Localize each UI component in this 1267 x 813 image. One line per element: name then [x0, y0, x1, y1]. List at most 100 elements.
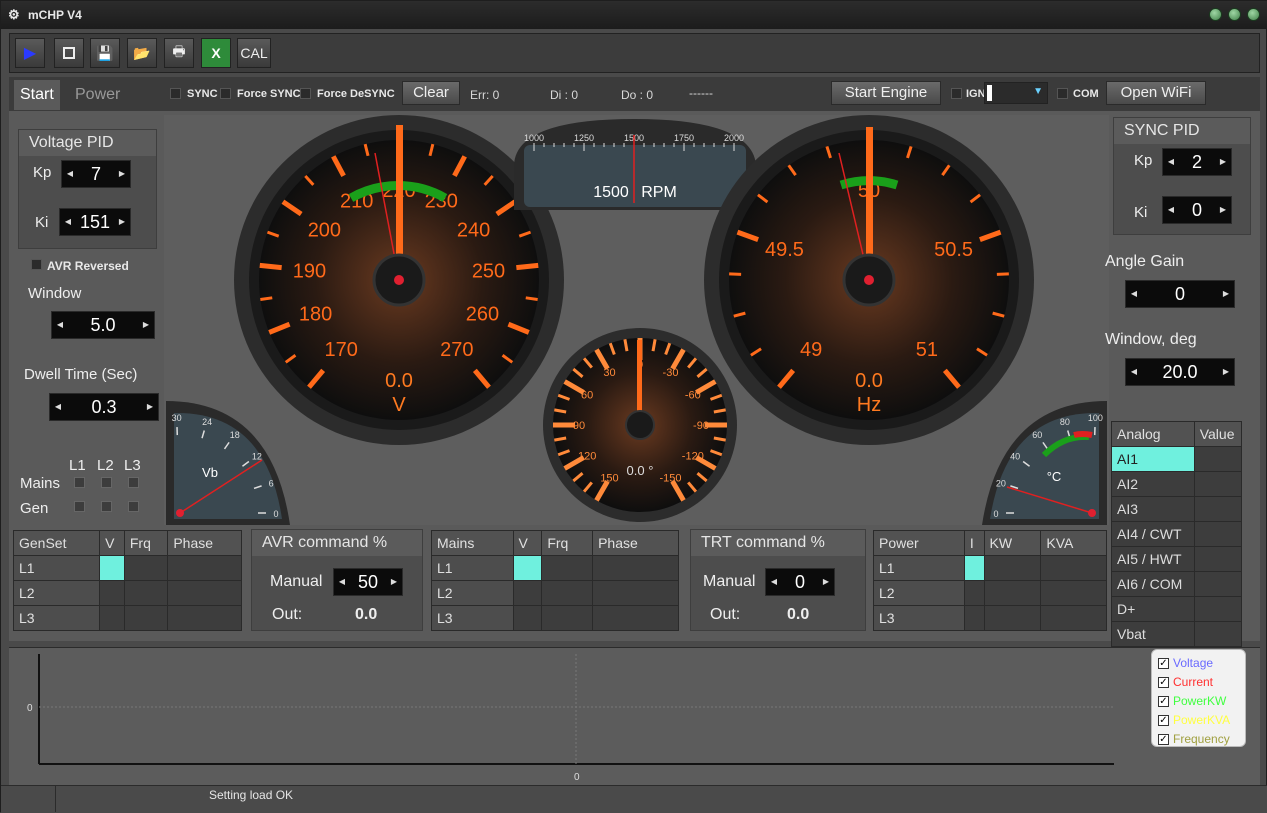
start-engine-button[interactable]: Start Engine — [831, 81, 941, 105]
avr-manual-spinner[interactable]: ◀50▶ — [333, 568, 403, 596]
kp-spinner[interactable]: ◀7▶ — [61, 160, 131, 188]
gauge-tick-label: 24 — [202, 417, 212, 427]
row-label: L3 — [14, 606, 100, 631]
window-spinner[interactable]: ◀5.0▶ — [51, 311, 155, 339]
maximize-icon[interactable] — [1228, 8, 1241, 21]
legend-item[interactable]: ✓PowerKW — [1158, 693, 1226, 712]
toolbar: ▶ 💾 📂 🖶 X CAL — [9, 33, 1260, 73]
gauge-tick-label: 170 — [324, 339, 357, 361]
table-row: L3 — [14, 606, 242, 631]
table-header: KW — [984, 531, 1041, 556]
table-cell — [513, 606, 542, 631]
analog-label: AI4 / CWT — [1112, 522, 1195, 547]
table-cell — [124, 581, 167, 606]
window-deg-spinner[interactable]: ◀20.0▶ — [1125, 358, 1235, 386]
print-button[interactable]: 🖶 — [164, 38, 194, 68]
analog-label: D+ — [1112, 597, 1195, 622]
table-cell — [513, 581, 542, 606]
legend-checkbox[interactable]: ✓ — [1158, 677, 1169, 688]
gauge-tick-label: -120 — [682, 450, 704, 462]
legend-checkbox[interactable]: ✓ — [1158, 658, 1169, 669]
analog-table: AnalogValueAI1AI2AI3AI4 / CWTAI5 / HWTAI… — [1111, 421, 1242, 647]
genset-table: GenSetVFrqPhaseL1L2L3 — [13, 530, 242, 631]
trt-manual-spinner[interactable]: ◀0▶ — [765, 568, 835, 596]
gauge-tick-label: 260 — [466, 304, 499, 326]
avr-reversed-checkbox[interactable] — [31, 259, 42, 270]
err-count: Err: 0 — [470, 88, 499, 102]
play-button[interactable]: ▶ — [15, 38, 45, 68]
dwell-time-spinner[interactable]: ◀0.3▶ — [49, 393, 159, 421]
trt-out-value: 0.0 — [787, 606, 809, 624]
sync-checkbox[interactable] — [170, 88, 181, 99]
com-checkbox[interactable] — [1057, 88, 1068, 99]
sync-kp-spinner[interactable]: ◀2▶ — [1162, 148, 1232, 176]
close-icon[interactable] — [1247, 8, 1260, 21]
table-cell — [984, 606, 1041, 631]
voltage-unit: V — [392, 394, 406, 416]
excel-button[interactable]: X — [201, 38, 231, 68]
legend-checkbox[interactable]: ✓ — [1158, 734, 1169, 745]
tab-start[interactable]: Start — [14, 80, 60, 110]
gauge-tick-label: 0 — [993, 509, 998, 519]
legend-item[interactable]: ✓Frequency — [1158, 731, 1230, 750]
ign-checkbox[interactable] — [951, 88, 962, 99]
tabs-row: Start Power SYNC Force SYNC Force DeSYNC… — [9, 77, 1260, 111]
table-row: L3 — [432, 606, 679, 631]
minimize-icon[interactable] — [1209, 8, 1222, 21]
gauge-tick-label: 6 — [269, 479, 274, 489]
y-tick-label: 0 — [27, 703, 33, 714]
rpm-tick-label: 1250 — [574, 133, 594, 143]
analog-row[interactable]: AI4 / CWT — [1112, 522, 1242, 547]
chevron-down-icon: ▼ — [1033, 86, 1043, 97]
stop-button[interactable] — [54, 38, 84, 68]
table-header: I — [964, 531, 984, 556]
legend-checkbox[interactable]: ✓ — [1158, 715, 1169, 726]
analog-row[interactable]: AI2 — [1112, 472, 1242, 497]
sync-ki-spinner[interactable]: ◀0▶ — [1162, 196, 1232, 224]
title-bar: ⚙ mCHP V4 — [1, 1, 1267, 29]
analog-value — [1194, 572, 1241, 597]
table-cell — [593, 606, 679, 631]
legend-item[interactable]: ✓Current — [1158, 674, 1213, 693]
open-wifi-button[interactable]: Open WiFi — [1106, 81, 1206, 105]
window-label: Window — [28, 285, 81, 302]
save-button[interactable]: 💾 — [90, 38, 120, 68]
trt-manual-label: Manual — [703, 573, 755, 591]
cal-button[interactable]: CAL — [237, 38, 271, 68]
table-header: Power — [874, 531, 965, 556]
open-button[interactable]: 📂 — [127, 38, 157, 68]
row-label: L1 — [14, 556, 100, 581]
analog-row[interactable]: AI6 / COM — [1112, 572, 1242, 597]
gauge-tick-label: -30 — [663, 367, 679, 379]
analog-row[interactable]: AI5 / HWT — [1112, 547, 1242, 572]
avr-out-label: Out: — [272, 606, 302, 624]
analog-row[interactable]: D+ — [1112, 597, 1242, 622]
tab-power[interactable]: Power — [69, 80, 126, 110]
l1-header: L1 — [69, 457, 86, 474]
l2-header: L2 — [97, 457, 114, 474]
legend-item[interactable]: ✓Voltage — [1158, 655, 1213, 674]
ign-dropdown[interactable]: ▼ — [984, 82, 1048, 104]
analog-row[interactable]: AI3 — [1112, 497, 1242, 522]
legend-item[interactable]: ✓PowerKVA — [1158, 712, 1230, 731]
table-row: L2 — [874, 581, 1107, 606]
table-cell — [1041, 556, 1107, 581]
gauge-tick-label: 120 — [578, 450, 596, 462]
mains-table: MainsVFrqPhaseL1L2L3 — [431, 530, 679, 631]
table-header: Phase — [168, 531, 242, 556]
table-cell — [593, 556, 679, 581]
angle-gain-spinner[interactable]: ◀0▶ — [1125, 280, 1235, 308]
analog-row[interactable]: AI1 — [1112, 447, 1242, 472]
force-sync-checkbox[interactable] — [220, 88, 231, 99]
ki-spinner[interactable]: ◀151▶ — [59, 208, 131, 236]
row-label: L3 — [874, 606, 965, 631]
analog-row[interactable]: Vbat — [1112, 622, 1242, 647]
clear-button[interactable]: Clear — [402, 81, 460, 105]
power-table: PowerIKWKVAL1L2L3 — [873, 530, 1107, 631]
legend-checkbox[interactable]: ✓ — [1158, 696, 1169, 707]
app-window: ⚙ mCHP V4 ▶ 💾 📂 🖶 X CAL Start Power SYNC… — [0, 0, 1267, 812]
force-desync-checkbox[interactable] — [300, 88, 311, 99]
trt-command-group: TRT command % Manual ◀0▶ Out: 0.0 — [690, 529, 866, 631]
row-label: L1 — [432, 556, 514, 581]
row-label: L1 — [874, 556, 965, 581]
